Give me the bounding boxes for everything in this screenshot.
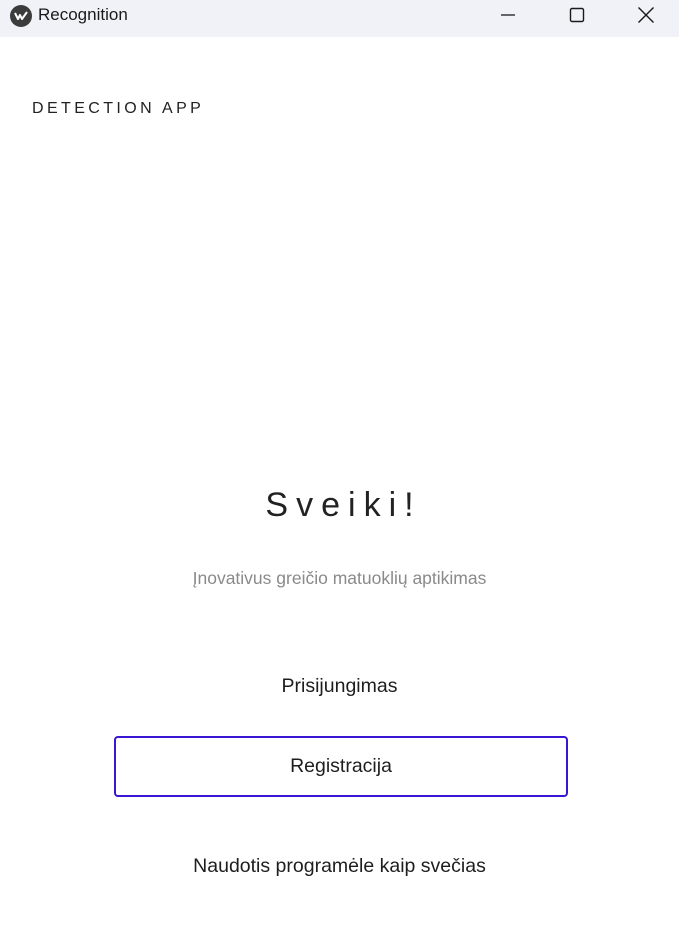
minimize-button[interactable] — [474, 0, 542, 30]
maximize-button[interactable] — [543, 0, 611, 30]
register-button[interactable]: Registracija — [114, 736, 568, 797]
window-title: Recognition — [38, 5, 128, 24]
login-button[interactable]: Prisijungimas — [0, 674, 679, 698]
title-bar[interactable]: Recognition — [0, 0, 679, 37]
maximize-icon — [569, 7, 585, 23]
app-window: Recognition DETECTION APP Sveiki! Įnovat… — [0, 0, 679, 932]
app-brand-label: DETECTION APP — [32, 100, 205, 117]
guest-button[interactable]: Naudotis programėle kaip svečias — [0, 854, 679, 878]
welcome-heading: Sveiki! — [265, 486, 422, 524]
close-button[interactable] — [613, 0, 679, 30]
minimize-icon — [501, 14, 515, 16]
register-button-label: Registracija — [290, 755, 392, 777]
subtitle-text: Įnovativus greičio matuoklių aptikimas — [192, 568, 487, 588]
app-logo-icon — [10, 5, 32, 27]
close-icon — [638, 7, 654, 23]
